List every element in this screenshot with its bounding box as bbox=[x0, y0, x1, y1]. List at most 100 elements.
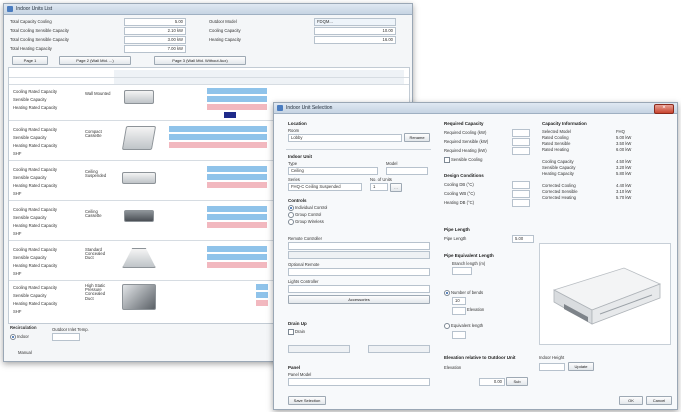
required-sensible-field[interactable] bbox=[512, 138, 530, 146]
capacity-cells[interactable] bbox=[169, 134, 267, 140]
model-field[interactable] bbox=[386, 167, 428, 175]
capacity-cells[interactable] bbox=[256, 284, 268, 290]
tab-page-2[interactable]: Page 2 (Wall Mtd. ...) bbox=[59, 56, 131, 65]
sensible-cooling-checkbox[interactable] bbox=[444, 157, 450, 163]
info-label: Corrected Sensible bbox=[542, 189, 578, 194]
dialog-titlebar[interactable]: Indoor Unit Selection × bbox=[274, 103, 677, 114]
save-selection-button[interactable]: Save Selection bbox=[288, 396, 326, 405]
close-icon[interactable]: × bbox=[654, 104, 674, 114]
capacity-cells[interactable] bbox=[207, 222, 267, 228]
capacity-cells[interactable] bbox=[207, 96, 267, 102]
row-label: Cooling Rated Capacity bbox=[13, 207, 57, 212]
info-value: FHQ bbox=[616, 129, 625, 134]
pipe-length-label: Pipe Length bbox=[444, 236, 467, 241]
capacity-cells[interactable] bbox=[169, 142, 267, 148]
drain-field-a[interactable] bbox=[288, 345, 350, 353]
qty-field[interactable]: 1 bbox=[370, 183, 388, 191]
capacity-cells[interactable] bbox=[207, 246, 267, 252]
elevation-unit-select[interactable]: Sub bbox=[506, 377, 528, 386]
capacity-cells[interactable] bbox=[169, 126, 267, 132]
update-button[interactable]: Update bbox=[568, 362, 594, 371]
manual-label[interactable]: Manual bbox=[18, 350, 32, 355]
capacity-cells[interactable] bbox=[256, 300, 268, 306]
control-option-radio[interactable] bbox=[288, 212, 294, 218]
drain-field-b[interactable] bbox=[368, 345, 430, 353]
capacity-value-field[interactable]: 5.00 bbox=[124, 18, 186, 26]
capacity-cells[interactable] bbox=[207, 166, 267, 172]
room-select[interactable]: Lobby bbox=[288, 134, 402, 142]
tab-page-1[interactable]: Page 1 bbox=[12, 56, 48, 65]
rename-button[interactable]: Rename bbox=[404, 133, 430, 142]
outdoor-inlet-field[interactable] bbox=[52, 333, 80, 341]
cooling-db-field[interactable] bbox=[512, 181, 530, 189]
capacity-value-field[interactable]: 2.10 kW bbox=[124, 27, 186, 35]
capacity-value-field[interactable]: 3.00 kW bbox=[124, 36, 186, 44]
series-select[interactable]: FHQ-C Ceiling Suspended bbox=[288, 183, 362, 191]
titlebar[interactable]: Indoor Units List bbox=[4, 4, 412, 15]
elevation-sub-label: Elevation bbox=[467, 307, 485, 312]
row-label: Heating Rated Capacity bbox=[13, 183, 58, 188]
equivalent-field[interactable] bbox=[452, 331, 466, 339]
capacity-cells[interactable] bbox=[207, 206, 267, 212]
equivalent-radio[interactable] bbox=[444, 323, 450, 329]
outdoor-model-select[interactable]: FDQM... bbox=[314, 18, 396, 26]
capacity-cells[interactable] bbox=[207, 182, 267, 188]
row-label: Cooling Rated Capacity bbox=[13, 167, 57, 172]
control-option-radio[interactable] bbox=[288, 219, 294, 225]
indoor-height-field[interactable] bbox=[539, 363, 565, 371]
remote-controller-sub-select[interactable] bbox=[288, 251, 430, 259]
elevation-field[interactable]: 0.00 bbox=[479, 378, 505, 386]
bends-field[interactable]: 10 bbox=[452, 297, 466, 305]
panel-select[interactable] bbox=[288, 378, 430, 386]
info-value: 5.00 kW bbox=[616, 135, 632, 140]
capacity-value-field[interactable]: 7.00 kW bbox=[124, 45, 186, 53]
pipe-length-field[interactable]: 5.00 bbox=[512, 235, 534, 243]
capacity-cells[interactable] bbox=[207, 214, 267, 220]
info-label: Cooling Capacity bbox=[542, 159, 574, 164]
capacity-cells[interactable] bbox=[207, 88, 267, 94]
bends-label: Number of bends bbox=[451, 290, 484, 295]
cassette-unit-image bbox=[121, 126, 157, 150]
remote-controller-select[interactable] bbox=[288, 242, 430, 250]
info-value: 4.40 kW bbox=[616, 183, 632, 188]
capacity-cells[interactable] bbox=[207, 104, 267, 110]
tab-page-3[interactable]: Page 3 (Wall Mtd. Without Aux) bbox=[154, 56, 246, 65]
cancel-button[interactable]: Cancel bbox=[646, 396, 672, 405]
capacity-info-heading: Capacity Information bbox=[542, 121, 587, 126]
accessories-button[interactable]: Accessories bbox=[288, 295, 430, 304]
indoor-radio[interactable] bbox=[10, 334, 16, 340]
design-conditions-heading: Design Conditions bbox=[444, 173, 484, 178]
selected-cell[interactable] bbox=[224, 112, 236, 118]
indoor-unit-selection-dialog: Indoor Unit Selection × Location Room Lo… bbox=[273, 102, 678, 410]
required-capacity-heading: Required Capacity bbox=[444, 121, 484, 126]
panel-label: Panel Model bbox=[288, 372, 312, 377]
cooling-wb-field[interactable] bbox=[512, 190, 530, 198]
capacity-cells[interactable] bbox=[207, 262, 267, 268]
bends-radio[interactable] bbox=[444, 290, 450, 296]
required-cooling-field[interactable] bbox=[512, 129, 530, 137]
required-heating-field[interactable] bbox=[512, 147, 530, 155]
bends-extra-field[interactable] bbox=[452, 307, 466, 315]
capacity-cells[interactable] bbox=[207, 254, 267, 260]
capacity-cells[interactable] bbox=[256, 292, 268, 298]
type-select[interactable]: Ceiling bbox=[288, 167, 378, 175]
ok-button[interactable]: OK bbox=[619, 396, 643, 405]
control-option-radio[interactable] bbox=[288, 205, 294, 211]
elevation-heading: Elevation relative to Outdoor Unit bbox=[444, 355, 516, 360]
row-label: SHF bbox=[13, 231, 22, 236]
capacity-cells[interactable] bbox=[207, 174, 267, 180]
row-label: Sensible Capacity bbox=[13, 293, 47, 298]
outdoor-cooling-field[interactable]: 10.00 bbox=[314, 27, 396, 35]
lights-controller-select[interactable] bbox=[288, 285, 430, 293]
drain-checkbox[interactable] bbox=[288, 329, 294, 335]
wall-mounted-unit-image bbox=[124, 90, 154, 104]
info-value: 4.50 kW bbox=[616, 159, 632, 164]
outdoor-heating-field[interactable]: 16.00 bbox=[314, 36, 396, 44]
model-label: Model bbox=[386, 161, 398, 166]
optional-remote-select[interactable] bbox=[288, 268, 430, 276]
heating-db-field[interactable] bbox=[512, 199, 530, 207]
qty-stepper[interactable]: … bbox=[390, 183, 402, 192]
info-label: Rated Cooling bbox=[542, 135, 569, 140]
branch-length-field[interactable] bbox=[452, 267, 472, 275]
recirculation-label: Recirculation bbox=[10, 325, 37, 330]
